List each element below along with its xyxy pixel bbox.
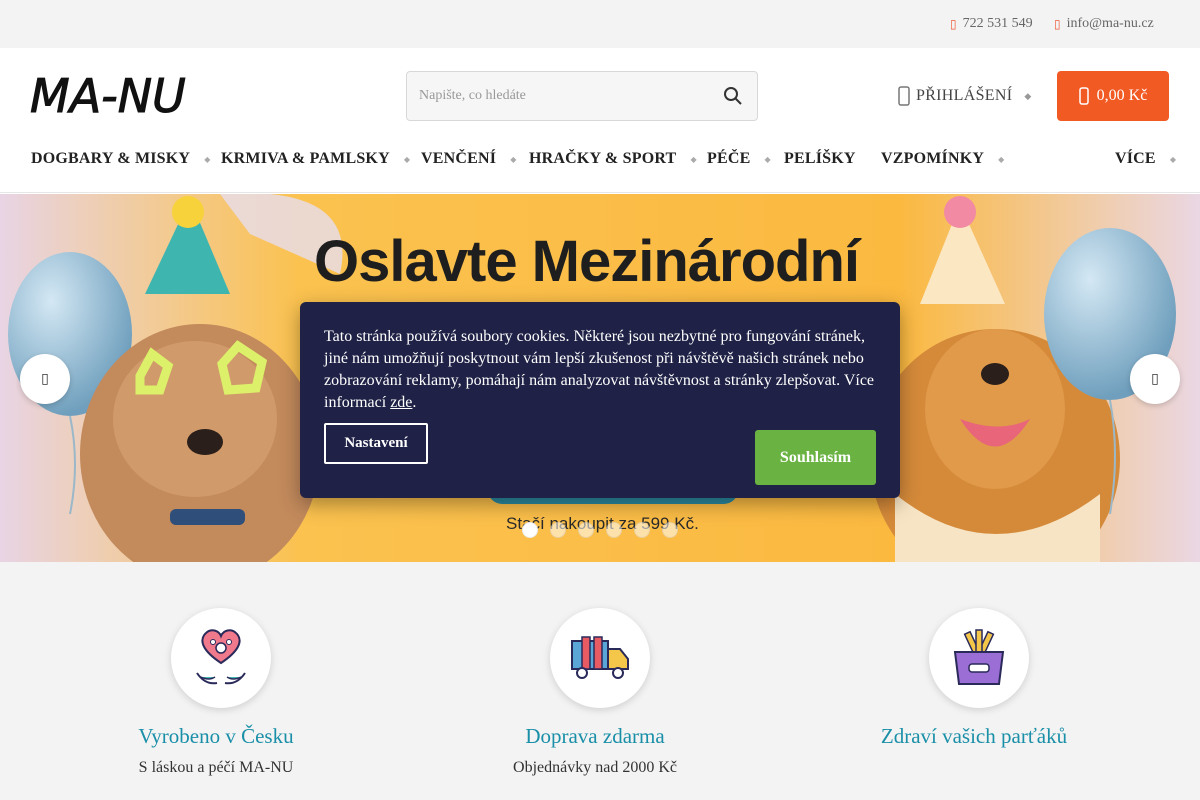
nav-item-venceni[interactable]: VENČENÍ ◆ [421,150,517,168]
hero-title: Oslavte Mezinárodní [314,229,860,294]
login-label: PŘIHLÁŠENÍ [916,87,1013,104]
benefit-title: Zdraví vašich parťáků [880,724,1068,748]
chevron-down-icon: ◆ [403,155,411,164]
benefit-icon-wrap [550,608,650,708]
cookie-accept-button[interactable]: Souhlasím [755,430,876,485]
arrow-right-icon: ▯ [1151,371,1159,387]
search-button[interactable] [723,86,743,106]
slider-prev-button[interactable]: ▯ [20,354,70,404]
mail-icon: ▯ [1054,16,1061,31]
delivery-truck-icon [571,636,629,679]
benefit-subtitle: S láskou a péčí MA-NU [138,759,294,776]
chevron-down-icon: ◆ [998,155,1005,164]
nav-item-vzpominky[interactable]: VZPOMÍNKY ◆ [881,150,1005,168]
dog-bowl-bones-icon [953,629,1005,685]
nav-item-dogbary-misky[interactable]: DOGBARY & MISKY ◆ [31,150,211,168]
cart-button[interactable]: 0,00 Kč [1057,71,1169,121]
chevron-down-icon: ◆ [1024,90,1032,101]
benefits-section: Vyrobeno v Česku S láskou a péčí MA-NU D… [0,562,1200,800]
benefit-icon-wrap [171,608,271,708]
phone-icon: ▯ [950,16,957,31]
nav-item-label: KRMIVA & PAMLSKY [221,150,390,167]
heart-paw-hands-icon [196,629,246,685]
slider-dot-3[interactable] [578,522,594,538]
chevron-down-icon: ◆ [204,155,211,164]
chevron-down-icon: ◆ [1169,155,1177,164]
benefit-subtitle: Objednávky nad 2000 Kč [513,759,677,776]
chevron-down-icon: ◆ [764,155,771,164]
nav-item-label: VZPOMÍNKY [881,150,985,167]
nav-item-label: PELÍŠKY [784,150,856,167]
login-link[interactable]: PŘIHLÁŠENÍ ◆ [898,86,1032,106]
chevron-down-icon: ◆ [510,155,517,164]
slider-next-button[interactable]: ▯ [1130,354,1180,404]
logo-text: MA-NU [30,69,186,123]
benefit-icon-wrap [929,608,1029,708]
slider-dot-6[interactable] [662,522,678,538]
search-icon [724,87,742,105]
search-box [406,71,758,121]
cart-total: 0,00 Kč [1096,87,1148,104]
email-address[interactable]: info@ma-nu.cz [1067,16,1154,32]
nav-item-label: DOGBARY & MISKY [31,150,191,167]
nav-item-label: HRAČKY & SPORT [529,150,677,167]
nav-item-hracky-sport[interactable]: HRAČKY & SPORT ◆ [529,150,697,168]
benefit-title: Vyrobeno v Česku [138,724,294,748]
phone-number[interactable]: 722 531 549 [963,16,1033,32]
slider-dot-2[interactable] [550,522,566,538]
cookie-text-end: . [412,394,417,411]
slider-dot-1[interactable] [522,522,538,538]
nav-item-label: PÉČE [707,150,751,167]
slider-dot-5[interactable] [634,522,650,538]
contact-email[interactable]: ▯ info@ma-nu.cz [1054,16,1154,32]
benefit-title: Doprava zdarma [525,724,665,748]
cookie-settings-button[interactable]: Nastavení [324,423,428,464]
slider-dot-4[interactable] [606,522,622,538]
nav-item-krmiva-pamlsky[interactable]: KRMIVA & PAMLSKY ◆ [221,150,410,168]
nav-item-vice[interactable]: VÍCE ◆ [1115,150,1176,168]
user-icon [898,86,910,106]
cart-icon [1078,87,1089,105]
contact-phone[interactable]: ▯ 722 531 549 [950,16,1033,32]
slider-dots [522,522,678,538]
nav-item-label: VÍCE [1115,150,1156,167]
nav-item-label: VENČENÍ [421,150,497,167]
site-logo[interactable]: MA-NU [30,66,190,126]
nav-item-pece[interactable]: PÉČE ◆ [707,150,771,168]
chevron-down-icon: ◆ [690,155,697,164]
search-input[interactable] [407,72,707,120]
arrow-left-icon: ▯ [41,371,49,387]
top-contact-bar: ▯ 722 531 549 ▯ info@ma-nu.cz [0,0,1200,48]
nav-item-pelisky[interactable]: PELÍŠKY [784,150,856,168]
main-navigation: DOGBARY & MISKY ◆ KRMIVA & PAMLSKY ◆ VENČE… [0,150,1200,178]
cookie-text: Tato stránka používá soubory cookies. Ně… [324,326,880,414]
cookie-consent-dialog: Tato stránka používá soubory cookies. Ně… [300,302,900,498]
cookie-more-info-link[interactable]: zde [390,394,412,411]
